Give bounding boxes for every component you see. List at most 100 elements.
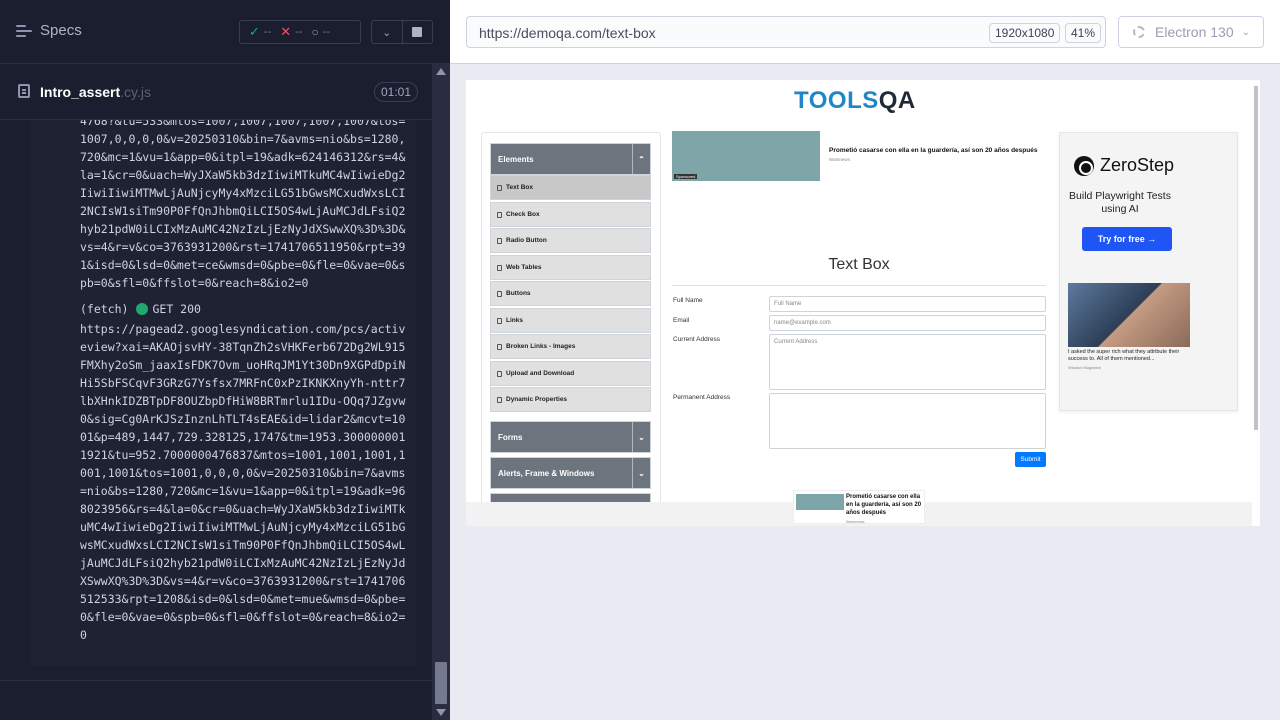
zoom-badge[interactable]: 41% <box>1065 23 1102 43</box>
email-label: Email <box>673 317 690 324</box>
sidebar: Elements ⌃ Text Box Check Box Radio Butt… <box>481 132 661 513</box>
spec-file-name: Intro_assert.cy.js <box>40 84 152 100</box>
browser-toolbar: https://demoqa.com/text-box 1920x1080 41… <box>450 0 1280 64</box>
viewport-size-badge[interactable]: 1920x1080 <box>989 23 1061 43</box>
browser-label: Electron 130 <box>1155 24 1234 40</box>
divider <box>672 285 1046 286</box>
page-title: Text Box <box>828 256 890 273</box>
specs-label: Specs <box>40 22 82 39</box>
group-forms[interactable]: Forms ⌄ <box>490 421 651 453</box>
passed-stat: ✓ -- <box>249 24 272 39</box>
menu-icon <box>497 343 502 350</box>
menu-item-buttons[interactable]: Buttons <box>490 281 651 306</box>
menu-icon <box>497 211 502 218</box>
menu-item-radio-button[interactable]: Radio Button <box>490 228 651 253</box>
scroll-up-icon[interactable] <box>436 68 446 75</box>
toolsqa-logo[interactable]: TOOLS QA <box>794 87 916 114</box>
url-text: https://demoqa.com/text-box <box>479 25 656 41</box>
try-free-button[interactable]: Try for free → <box>1082 227 1172 251</box>
electron-icon <box>1133 26 1145 38</box>
permanent-address-label: Permanent Address <box>673 394 731 401</box>
permanent-address-textarea[interactable] <box>769 393 1046 449</box>
chevron-down-icon[interactable]: ⌄ <box>372 21 403 43</box>
ad-photo[interactable] <box>1068 283 1190 347</box>
menu-item-web-tables[interactable]: Web Tables <box>490 255 651 280</box>
fetch-url-text[interactable]: https://pagead2.googlesyndication.com/pc… <box>30 320 416 644</box>
chevron-down-icon: ⌄ <box>632 458 650 488</box>
specs-list-icon <box>16 24 32 37</box>
menu-icon <box>497 396 502 403</box>
ad-thumbnail <box>796 494 844 510</box>
command-log-panel: Specs ✓ -- ✕ -- ○ -- ⌄ Intro_assert.cy.js 0… <box>0 0 450 720</box>
zerostep-icon <box>1074 155 1094 176</box>
ad-headline: Prometió casarse con ella en la guarderí… <box>846 494 922 516</box>
group-label: Forms <box>498 432 523 442</box>
failed-stat: ✕ -- <box>280 24 303 39</box>
scrollbar-thumb[interactable] <box>435 662 447 704</box>
aut-scrollbar[interactable] <box>1252 80 1260 526</box>
current-address-textarea[interactable]: Current Address <box>769 334 1046 390</box>
scrollbar-thumb[interactable] <box>1254 86 1258 430</box>
run-controls: ⌄ <box>371 20 433 44</box>
scroll-down-icon[interactable] <box>436 709 446 716</box>
panel-footer <box>0 680 432 720</box>
side-ad[interactable]: ZeroStep Build Playwright Tests using AI… <box>1059 132 1238 411</box>
bottom-ad[interactable]: Prometió casarse con ella en la guarderí… <box>793 490 925 524</box>
specs-toggle-button[interactable]: Specs <box>16 22 82 39</box>
ad-source: Wamnews <box>846 519 865 524</box>
zerostep-logo: ZeroStep <box>1074 155 1174 176</box>
menu-icon <box>497 264 502 271</box>
email-input[interactable]: name@example.com <box>769 315 1046 331</box>
reporter: Intro_assert.cy.js 01:01 4768?&tu=533&mt… <box>0 64 432 680</box>
group-alerts[interactable]: Alerts, Frame & Windows ⌄ <box>490 457 651 489</box>
command-log-scrollbar[interactable] <box>432 64 450 720</box>
group-elements[interactable]: Elements ⌃ <box>490 143 651 175</box>
fetch-log-entry[interactable]: (fetch) GET 200 <box>80 302 201 316</box>
group-label: Alerts, Frame & Windows <box>498 468 595 478</box>
test-stats: ✓ -- ✕ -- ○ -- <box>239 20 361 44</box>
menu-icon <box>497 317 502 324</box>
menu-item-text-box[interactable]: Text Box <box>490 175 651 200</box>
fetch-label: (fetch) <box>80 302 129 316</box>
chevron-down-icon: ⌄ <box>632 422 650 452</box>
full-name-label: Full Name <box>673 297 703 304</box>
browser-selector[interactable]: Electron 130 ⌄ <box>1118 16 1264 48</box>
menu-icon <box>497 370 502 377</box>
spec-duration: 01:01 <box>374 82 419 102</box>
spec-file-row[interactable]: Intro_assert.cy.js 01:01 <box>0 64 432 120</box>
log-entry-text[interactable]: 4768?&tu=533&mtos=1007,1007,1007,1007,10… <box>30 120 416 292</box>
app-under-test-frame: TOOLS QA Elements ⌃ Text Box Check Box Ra… <box>466 80 1260 526</box>
current-address-label: Current Address <box>673 336 720 343</box>
specs-header: Specs ✓ -- ✕ -- ○ -- ⌄ <box>0 0 450 64</box>
menu-item-links[interactable]: Links <box>490 308 651 333</box>
url-bar[interactable]: https://demoqa.com/text-box 1920x1080 41… <box>466 16 1106 48</box>
menu-icon <box>497 237 502 244</box>
menu-item-check-box[interactable]: Check Box <box>490 202 651 227</box>
menu-icon <box>497 290 502 297</box>
chevron-down-icon: ⌄ <box>1241 26 1250 38</box>
menu-item-broken-links[interactable]: Broken Links - Images <box>490 334 651 359</box>
menu-item-upload-download[interactable]: Upload and Download <box>490 361 651 386</box>
check-icon: ✓ <box>249 24 260 39</box>
status-dot-icon <box>136 303 149 315</box>
sponsored-badge: Sponsored <box>674 174 698 179</box>
document-icon <box>18 84 30 98</box>
ad-image-kids[interactable]: Sponsored <box>672 131 820 181</box>
ad-source: Wamnews <box>829 157 850 162</box>
spinner-icon: ○ <box>311 25 319 39</box>
command-log: 4768?&tu=533&mtos=1007,1007,1007,1007,10… <box>30 120 416 666</box>
ad-caption[interactable]: I asked the super rich what they attribu… <box>1068 349 1190 363</box>
ad-tagline: Build Playwright Tests using AI <box>1069 190 1171 215</box>
chevron-up-icon: ⌃ <box>632 144 650 174</box>
ad-headline[interactable]: Prometió casarse con ella en la guarderí… <box>829 147 1049 154</box>
stop-button[interactable] <box>403 21 433 43</box>
ad-caption-source: Wisdom Magazine <box>1068 365 1101 370</box>
cross-icon: ✕ <box>280 24 292 39</box>
submit-button[interactable]: Submit <box>1015 452 1046 467</box>
full-name-input[interactable]: Full Name <box>769 296 1046 312</box>
aut-panel: https://demoqa.com/text-box 1920x1080 41… <box>450 0 1280 720</box>
pending-stat: ○ -- <box>311 25 331 39</box>
stop-icon <box>412 27 423 37</box>
menu-icon <box>497 184 502 191</box>
menu-item-dynamic-properties[interactable]: Dynamic Properties <box>490 387 651 412</box>
